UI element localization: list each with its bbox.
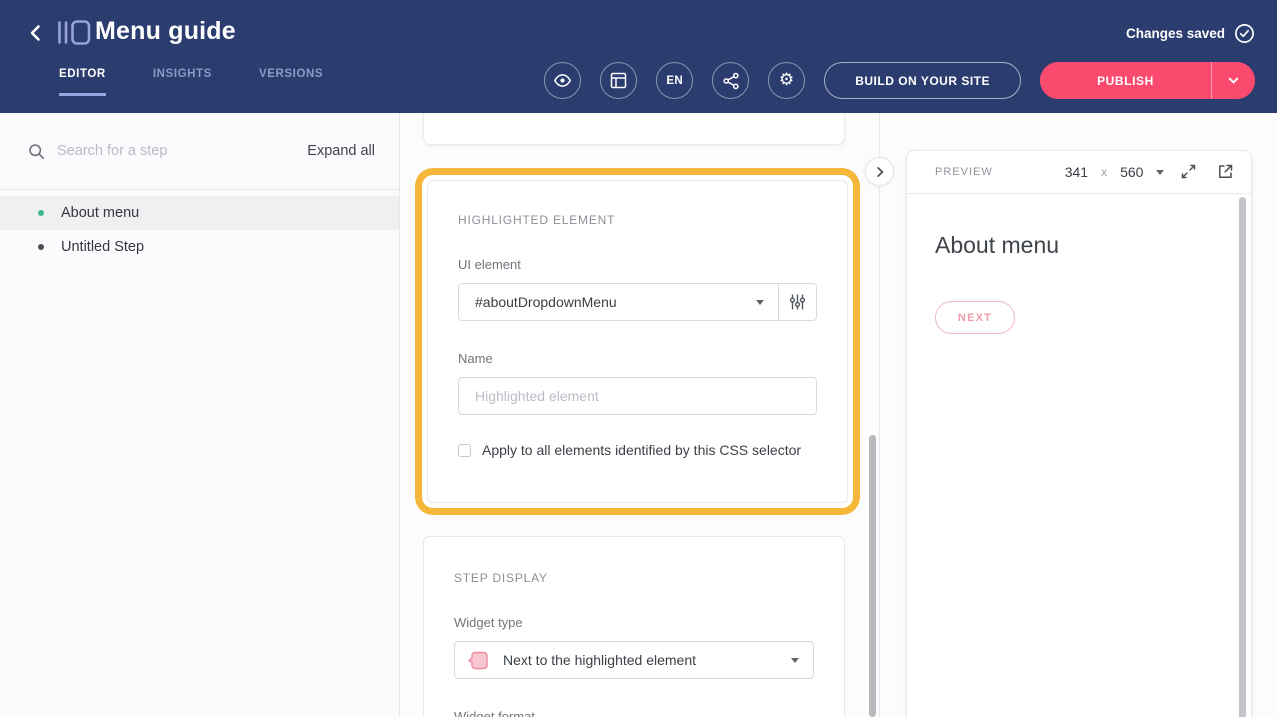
eye-icon — [553, 71, 572, 90]
widget-type-label: Widget type — [454, 615, 814, 630]
guide-title: Menu guide — [95, 17, 236, 46]
preview-height-value: 560 — [1120, 164, 1143, 180]
topbar-actions: EN ⚙ BUILD ON YOUR SITE PUBLISH — [544, 62, 1255, 99]
changes-saved-status: Changes saved — [1126, 23, 1255, 44]
step-bullet-icon — [38, 244, 44, 250]
editor-scrollbar-thumb[interactable] — [869, 435, 876, 717]
back-button[interactable] — [22, 20, 50, 48]
step-display-card: STEP DISPLAY Widget type Next to the hig… — [423, 536, 845, 717]
size-separator: x — [1101, 165, 1107, 179]
ui-element-value: #aboutDropdownMenu — [475, 294, 756, 310]
tab-editor[interactable]: EDITOR — [59, 68, 106, 96]
step-label: About menu — [61, 205, 139, 221]
collapse-preview-button[interactable] — [865, 157, 894, 186]
caret-down-icon — [791, 658, 799, 663]
search-icon — [28, 143, 45, 160]
apply-all-checkbox-label: Apply to all elements identified by this… — [482, 442, 801, 458]
caret-down-icon — [756, 300, 764, 305]
check-circle-icon — [1234, 23, 1255, 44]
widget-type-select[interactable]: Next to the highlighted element — [454, 641, 814, 679]
preview-body: About menu NEXT — [907, 194, 1251, 334]
apply-all-checkbox[interactable] — [458, 444, 471, 457]
ui-element-label: UI element — [458, 257, 817, 272]
selector-settings-button[interactable] — [779, 284, 816, 320]
step-list: About menu Untitled Step — [0, 196, 399, 264]
widget-format-label: Widget format — [454, 709, 814, 717]
tab-versions[interactable]: VERSIONS — [259, 68, 323, 96]
widget-type-value: Next to the highlighted element — [503, 652, 778, 668]
step-item-about-menu[interactable]: About menu — [0, 196, 399, 230]
layout-panel-button[interactable] — [600, 62, 637, 99]
step-settings-panel: HIGHLIGHTED ELEMENT UI element #aboutDro… — [400, 113, 880, 717]
preview-header-actions — [1178, 162, 1235, 182]
tab-insights[interactable]: INSIGHTS — [153, 68, 212, 96]
chevron-left-icon — [25, 22, 47, 44]
steps-sidebar: Expand all About menu Untitled Step — [0, 113, 400, 717]
caret-down-icon — [1156, 170, 1164, 175]
section-title-highlighted-element: HIGHLIGHTED ELEMENT — [458, 213, 817, 227]
preview-panel: PREVIEW 341 x 560 — [906, 150, 1252, 717]
preview-width-value: 341 — [1065, 164, 1088, 180]
preview-step-title: About menu — [935, 232, 1221, 259]
chevron-right-icon — [874, 166, 886, 178]
highlighted-element-card: HIGHLIGHTED ELEMENT UI element #aboutDro… — [427, 180, 848, 503]
publish-split-button: PUBLISH — [1040, 62, 1255, 99]
preview-scrollbar-thumb[interactable] — [1239, 197, 1246, 717]
build-on-your-site-button[interactable]: BUILD ON YOUR SITE — [824, 62, 1021, 99]
editor-tabs: EDITOR INSIGHTS VERSIONS — [59, 68, 323, 96]
name-label: Name — [458, 351, 817, 366]
share-icon — [722, 72, 740, 90]
preview-title: PREVIEW — [935, 166, 993, 178]
chevron-down-icon — [1227, 74, 1240, 87]
preview-size-select[interactable]: 341 x 560 — [1065, 164, 1165, 180]
publish-button[interactable]: PUBLISH — [1040, 62, 1212, 99]
ui-element-select[interactable]: #aboutDropdownMenu — [459, 284, 779, 320]
step-search-row: Expand all — [0, 113, 399, 190]
element-name-input[interactable] — [458, 377, 817, 415]
external-link-icon — [1216, 162, 1235, 181]
step-search-input[interactable] — [57, 143, 295, 159]
language-button[interactable]: EN — [656, 62, 693, 99]
app-logo-icon — [57, 19, 91, 51]
app-root: Menu guide Changes saved EDITOR INSIGHTS… — [0, 0, 1277, 717]
preview-next-button[interactable]: NEXT — [935, 301, 1015, 334]
section-title-step-display: STEP DISPLAY — [454, 571, 814, 585]
layout-icon — [610, 72, 627, 89]
highlight-ring-inner: HIGHLIGHTED ELEMENT UI element #aboutDro… — [422, 175, 853, 508]
gear-icon: ⚙ — [779, 72, 795, 89]
sliders-icon — [789, 293, 806, 311]
top-header: Menu guide Changes saved EDITOR INSIGHTS… — [0, 0, 1277, 113]
tooltip-widget-icon — [467, 649, 490, 672]
preview-open-external-button[interactable] — [1215, 162, 1235, 182]
expand-all-link[interactable]: Expand all — [307, 143, 375, 159]
step-item-untitled-step[interactable]: Untitled Step — [0, 230, 399, 264]
preview-expand-button[interactable] — [1178, 162, 1198, 182]
share-button[interactable] — [712, 62, 749, 99]
publish-dropdown-toggle[interactable] — [1212, 62, 1255, 99]
step-bullet-icon — [38, 210, 44, 216]
preview-header: PREVIEW 341 x 560 — [907, 151, 1251, 194]
preview-eye-button[interactable] — [544, 62, 581, 99]
page-body: Expand all About menu Untitled Step HI — [0, 113, 1277, 717]
settings-gear-button[interactable]: ⚙ — [768, 62, 805, 99]
expand-diagonal-icon — [1179, 162, 1198, 181]
step-label: Untitled Step — [61, 239, 144, 255]
ui-element-select-combo: #aboutDropdownMenu — [458, 283, 817, 321]
previous-settings-card-partial — [423, 113, 845, 145]
apply-all-checkbox-row[interactable]: Apply to all elements identified by this… — [458, 442, 817, 458]
preview-column: PREVIEW 341 x 560 — [880, 113, 1277, 717]
highlight-selection-ring: HIGHLIGHTED ELEMENT UI element #aboutDro… — [415, 168, 860, 515]
changes-saved-label: Changes saved — [1126, 26, 1225, 41]
